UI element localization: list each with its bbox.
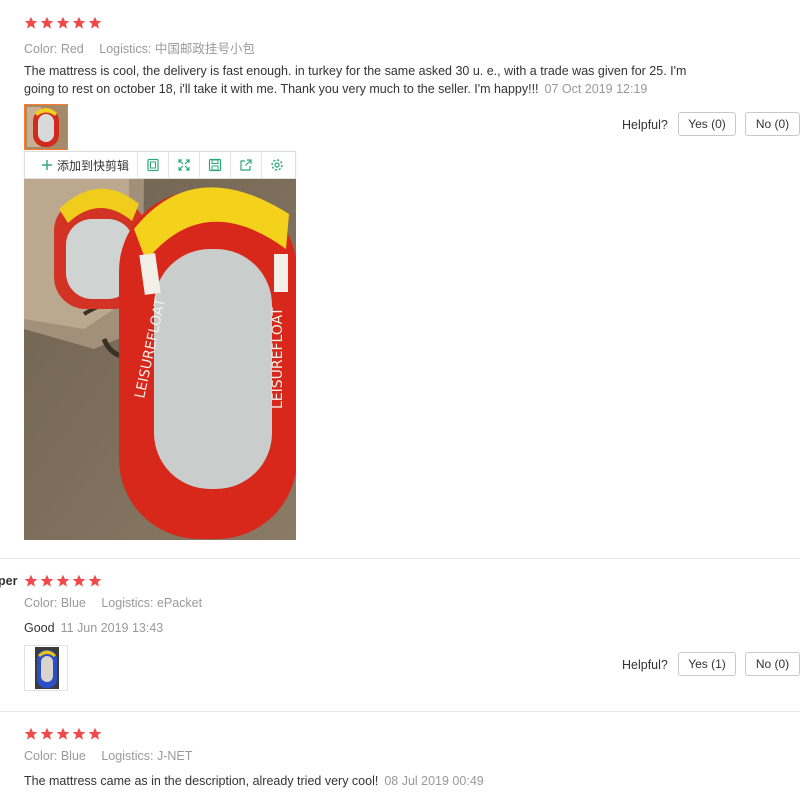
helpful-label: Helpful? bbox=[622, 118, 668, 132]
review-attributes: Color: Blue Logistics: ePacket bbox=[24, 596, 214, 610]
brand-text: LEISUREFLOAT bbox=[270, 307, 286, 409]
review-divider bbox=[0, 711, 800, 712]
star-icon bbox=[88, 574, 102, 587]
add-to-clip-label: 添加到快剪辑 bbox=[57, 158, 130, 173]
logistics-label: Logistics: bbox=[101, 749, 154, 763]
star-icon bbox=[56, 727, 70, 740]
product-thumbnail-image bbox=[25, 105, 67, 149]
review-text-line: The mattress is cool, the delivery is fa… bbox=[24, 64, 687, 78]
review-text: The mattress came as in the description,… bbox=[24, 772, 764, 790]
star-icon bbox=[40, 16, 54, 29]
reviewer-name: per bbox=[0, 574, 18, 588]
save-icon[interactable] bbox=[200, 152, 232, 178]
review-thumbnail[interactable] bbox=[24, 104, 68, 150]
plus-icon bbox=[42, 160, 52, 170]
star-icon bbox=[24, 574, 38, 587]
star-icon bbox=[56, 574, 70, 587]
logistics-label: Logistics: bbox=[99, 42, 152, 56]
star-icon bbox=[40, 727, 54, 740]
rating-stars bbox=[24, 574, 102, 588]
star-icon bbox=[72, 16, 86, 29]
copy-icon[interactable] bbox=[138, 152, 170, 178]
share-icon[interactable] bbox=[231, 152, 263, 178]
review-text-line: The mattress came as in the description,… bbox=[24, 774, 379, 788]
rating-stars bbox=[24, 727, 102, 741]
review-thumbnail[interactable] bbox=[24, 645, 68, 691]
review-attributes: Color: Blue Logistics: J-NET bbox=[24, 749, 204, 763]
add-to-clip-button[interactable]: 添加到快剪辑 bbox=[25, 152, 139, 178]
color-label: Color: bbox=[24, 42, 58, 56]
star-icon bbox=[72, 574, 86, 587]
star-icon bbox=[88, 727, 102, 740]
product-thumbnail-image bbox=[25, 646, 67, 690]
review-text-line: going to rest on october 18, i'll take i… bbox=[24, 80, 744, 98]
helpful-no-button[interactable]: No (0) bbox=[745, 112, 800, 136]
review-divider bbox=[0, 558, 800, 559]
star-icon bbox=[24, 727, 38, 740]
logistics-value: J-NET bbox=[156, 749, 193, 763]
color-value: Blue bbox=[60, 596, 86, 610]
review-text-line: Good bbox=[24, 621, 55, 635]
review-time: 07 Oct 2019 12:19 bbox=[544, 82, 648, 96]
review-photo[interactable]: LEISUREFLOAT LEISUREFLOAT bbox=[24, 179, 296, 540]
logistics-value: ePacket bbox=[156, 596, 203, 610]
logistics-value: 中国邮政挂号小包 bbox=[154, 42, 255, 56]
review-time: 08 Jul 2019 00:49 bbox=[384, 774, 484, 788]
helpful-yes-button[interactable]: Yes (1) bbox=[678, 652, 736, 676]
color-label: Color: bbox=[24, 596, 58, 610]
star-icon bbox=[88, 16, 102, 29]
star-icon bbox=[72, 727, 86, 740]
logistics-label: Logistics: bbox=[101, 596, 154, 610]
image-quick-toolbar: 添加到快剪辑 bbox=[24, 151, 296, 179]
helpful-no-button[interactable]: No (0) bbox=[745, 652, 800, 676]
star-icon bbox=[56, 16, 70, 29]
review-text: The mattress is cool, the delivery is fa… bbox=[24, 62, 744, 98]
color-label: Color: bbox=[24, 749, 58, 763]
helpful-yes-button[interactable]: Yes (0) bbox=[678, 112, 736, 136]
settings-icon[interactable] bbox=[262, 152, 292, 178]
color-value: Red bbox=[60, 42, 84, 56]
inflatable-mattress-photo: LEISUREFLOAT LEISUREFLOAT bbox=[24, 179, 296, 540]
expand-icon[interactable] bbox=[169, 152, 201, 178]
rating-stars bbox=[24, 16, 102, 30]
review-text-continued: going to rest on october 18, i'll take i… bbox=[24, 82, 539, 96]
helpful-label: Helpful? bbox=[622, 658, 668, 672]
color-value: Blue bbox=[60, 749, 86, 763]
review-text: Good 11 Jun 2019 13:43 bbox=[24, 619, 744, 637]
review-attributes: Color: Red Logistics: 中国邮政挂号小包 bbox=[24, 38, 267, 57]
review-time: 11 Jun 2019 13:43 bbox=[60, 621, 164, 635]
star-icon bbox=[24, 16, 38, 29]
star-icon bbox=[40, 574, 54, 587]
